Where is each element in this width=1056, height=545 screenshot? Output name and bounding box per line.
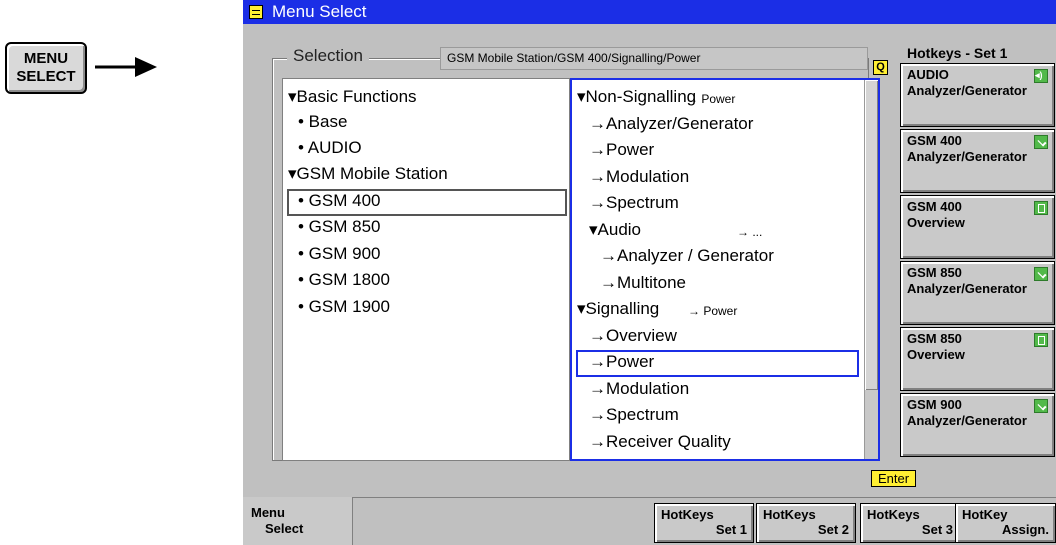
right-tree-item[interactable]: →Spectrum [589,192,679,214]
softkey-line2: Set 2 [817,522,849,537]
hotkey-button[interactable]: GSM 400 Overview [900,195,1055,259]
hotkey-button[interactable]: GSM 400 Analyzer/Generator [900,129,1055,193]
generator-icon [1034,399,1048,413]
hotkey-line1: GSM 850 [907,265,962,280]
right-tree-item[interactable]: ▾Signalling [577,298,659,320]
right-tree-item[interactable]: →Modulation [589,378,689,400]
menu-select-line1: Menu [251,505,285,520]
softkey-button[interactable]: HotKey Assign. [955,503,1056,543]
softkey-line1: HotKeys [867,507,920,522]
left-tree-item[interactable]: • GSM 1800 [298,269,390,291]
arrow-right-icon [95,57,157,77]
softkey-line2: Set 1 [715,522,747,537]
softkey-button[interactable]: HotKeys Set 1 [654,503,754,543]
right-tree-item[interactable]: →Overview [589,325,677,347]
hotkey-line1: GSM 400 [907,133,962,148]
softkey-line2: Assign. [1002,522,1049,537]
softkey-line1: HotKeys [661,507,714,522]
hotkey-line2: Analyzer/Generator [907,413,1027,428]
selection-cursor-left [287,189,567,216]
right-tree-item[interactable]: →Power [589,139,654,161]
right-tree-item[interactable]: ▾Audio [589,219,641,241]
selection-cursor-right [576,350,859,377]
selection-path: GSM Mobile Station/GSM 400/Signalling/Po… [440,47,868,70]
hotkey-button[interactable]: GSM 850 Overview [900,327,1055,391]
softkey-button[interactable]: HotKeys Set 3 [860,503,960,543]
window-title: Menu Select [272,2,367,21]
hotkey-line2: Overview [907,347,965,362]
left-tree-item[interactable]: ▾Basic Functions [288,86,417,108]
hotkey-line1: GSM 850 [907,331,962,346]
menu-key-line2: SELECT [16,68,76,85]
right-tree-item[interactable]: →Spectrum [589,404,679,426]
overview-icon [1034,333,1048,347]
menu-select-line2: Select [265,521,304,536]
hotkey-button[interactable]: AUDIO Analyzer/Generator [900,63,1055,127]
hotkey-button[interactable]: GSM 900 Analyzer/Generator [900,393,1055,457]
hotkey-line1: GSM 400 [907,199,962,214]
left-tree-item[interactable]: • AUDIO [298,137,362,159]
hotkey-line1: GSM 900 [907,397,962,412]
softkey-button[interactable]: HotKeys Set 2 [756,503,856,543]
audio-icon [1034,67,1048,83]
softkey-line1: HotKeys [763,507,816,522]
hotkey-line2: Analyzer/Generator [907,281,1027,296]
scrollbar-thumb[interactable] [865,80,878,390]
overview-icon [1034,201,1048,215]
left-tree-item[interactable]: • GSM 850 [298,216,381,238]
left-tree-item[interactable]: • GSM 1900 [298,296,390,318]
menu-icon [249,5,263,19]
left-tree-item[interactable]: • GSM 900 [298,243,381,265]
selection-label: Selection [287,46,369,66]
hotkey-line2: Overview [907,215,965,230]
left-tree-item[interactable]: ▾GSM Mobile Station [288,163,448,185]
hotkey-line2: Analyzer/Generator [907,149,1027,164]
enter-indicator[interactable]: Enter [871,470,916,487]
q-icon: Q [873,60,888,75]
right-tree-item[interactable]: →Analyzer/Generator [589,113,753,135]
hotkey-line2: Analyzer/Generator [907,83,1027,98]
generator-icon [1034,135,1048,149]
hotkey-line1: AUDIO [907,67,949,82]
right-tree-item-target: → Power [686,92,736,106]
right-tree-item-target: → ... [737,224,763,239]
menu-key-line1: MENU [23,50,69,67]
hotkey-button[interactable]: GSM 850 Analyzer/Generator [900,261,1055,325]
right-tree-item-target: → Power [688,304,738,318]
right-tree-item[interactable]: →Analyzer / Generator [600,245,774,267]
right-tree-item[interactable]: →Multitone [600,272,686,294]
right-tree-item[interactable]: →Modulation [589,166,689,188]
left-tree-item[interactable]: • Base [298,111,347,133]
menu-select-softkey[interactable]: Menu Select [243,497,353,545]
softkey-line2: Set 3 [921,522,953,537]
generator-icon [1034,267,1048,281]
softkey-line1: HotKey [962,507,1008,522]
hotkeys-title: Hotkeys - Set 1 [907,45,1008,61]
right-tree-item[interactable]: →Receiver Quality [589,431,731,453]
right-tree-item[interactable]: ▾Non-Signalling [577,86,696,108]
menu-select-hardkey[interactable]: MENU SELECT [5,42,87,94]
